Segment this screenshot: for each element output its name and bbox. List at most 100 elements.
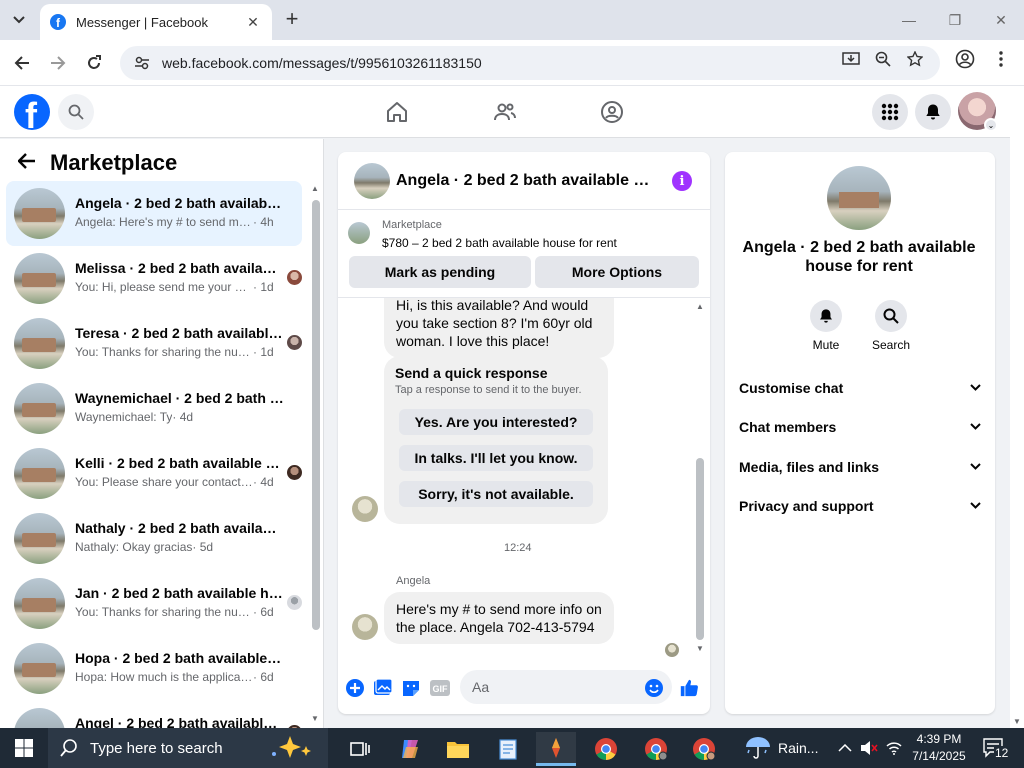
conversation-item-nathaly[interactable]: Nathaly · 2 bed 2 bath available house f… — [6, 506, 302, 571]
conversation-item-angel[interactable]: Angel · 2 bed 2 bath available house for… — [6, 701, 302, 728]
listing-thumbnail — [14, 643, 65, 694]
buyer-avatar[interactable] — [352, 614, 378, 640]
task-view-icon[interactable] — [340, 732, 380, 766]
taskbar-search-box[interactable]: Type here to search — [48, 728, 328, 768]
listing-thumbnail — [14, 318, 65, 369]
scroll-up-icon[interactable]: ▲ — [696, 302, 704, 311]
taskbar-clock[interactable]: 4:39 PM 7/14/2025 — [904, 731, 974, 765]
facebook-search-icon[interactable] — [58, 94, 94, 130]
volume-muted-icon[interactable] — [860, 728, 878, 768]
section-customise-chat[interactable]: Customise chat — [739, 376, 981, 400]
browser-tab-messenger[interactable]: f Messenger | Facebook ✕ — [40, 4, 272, 40]
account-avatar[interactable]: ⌄ — [958, 92, 998, 132]
panel-title: Marketplace — [50, 150, 178, 175]
conversation-item-kelli[interactable]: Kelli · 2 bed 2 bath available house for… — [6, 441, 302, 506]
zoom-icon[interactable] — [872, 48, 894, 70]
windows-taskbar: Type here to search Rain... 4:39 PM 7/14… — [0, 728, 1024, 768]
add-attachment-icon[interactable] — [345, 678, 365, 698]
install-app-icon[interactable] — [840, 48, 862, 70]
tab-close-icon[interactable]: ✕ — [244, 14, 262, 31]
window-close-icon[interactable]: ✕ — [978, 0, 1024, 40]
like-thumb-icon[interactable] — [679, 678, 699, 698]
scroll-down-icon[interactable]: ▼ — [1013, 717, 1021, 726]
wifi-icon[interactable] — [886, 728, 902, 768]
reload-icon[interactable] — [82, 51, 106, 75]
quick-response-not-available-button[interactable]: Sorry, it's not available. — [399, 481, 593, 507]
chrome-profile-icon[interactable] — [636, 732, 676, 766]
tray-chevron-icon[interactable] — [838, 728, 852, 768]
scroll-up-icon[interactable]: ▲ — [311, 184, 319, 193]
scrollbar-thumb[interactable] — [696, 458, 704, 640]
photo-icon[interactable] — [373, 678, 393, 698]
conversation-list-scrollbar[interactable]: ▲ ▼ — [311, 184, 320, 724]
back-arrow-icon[interactable] — [17, 152, 36, 175]
chrome-icon[interactable] — [586, 732, 626, 766]
account-chevron-icon[interactable]: ⌄ — [984, 118, 998, 132]
bookmark-star-icon[interactable] — [904, 48, 926, 70]
page-scrollbar[interactable]: ▼ — [1010, 86, 1024, 728]
conversation-name: Kelli · 2 bed 2 bath available house for… — [75, 455, 285, 471]
copilot-icon[interactable] — [390, 732, 430, 766]
forward-icon[interactable] — [46, 51, 70, 75]
windows-start-icon[interactable] — [0, 728, 48, 768]
notification-center-icon[interactable]: 12 — [982, 736, 1010, 760]
section-media-files-links[interactable]: Media, files and links — [739, 455, 981, 479]
browser-menu-icon[interactable] — [990, 48, 1012, 70]
file-explorer-icon[interactable] — [438, 732, 478, 766]
minimize-icon[interactable]: ― — [886, 0, 932, 40]
chat-title[interactable]: Angela · 2 bed 2 bath available house fo… — [396, 172, 658, 190]
restore-icon[interactable]: ❐ — [932, 0, 978, 40]
weather-widget[interactable]: Rain... — [744, 728, 818, 768]
conversation-item-jan[interactable]: Jan · 2 bed 2 bath available house for r… — [6, 571, 302, 636]
scrollbar-thumb[interactable] — [312, 200, 320, 630]
back-icon[interactable] — [10, 51, 34, 75]
message-input[interactable]: Aa — [460, 670, 672, 704]
profile-icon[interactable] — [954, 48, 976, 70]
url-bar[interactable]: web.facebook.com/messages/t/995610326118… — [120, 46, 940, 80]
facebook-logo-icon[interactable]: f — [14, 94, 50, 130]
conversation-item-melissa[interactable]: Melissa · 2 bed 2 bath available house f… — [6, 246, 302, 311]
site-info-icon[interactable] — [134, 55, 150, 71]
active-app-icon[interactable] — [536, 732, 576, 766]
listing-thumbnail — [14, 253, 65, 304]
new-tab-icon[interactable]: + — [280, 8, 304, 32]
scroll-down-icon[interactable]: ▼ — [696, 644, 704, 653]
info-icon[interactable]: i — [672, 171, 692, 191]
more-options-button[interactable]: More Options — [535, 256, 699, 288]
notepad-icon[interactable] — [488, 732, 528, 766]
quick-response-yes-button[interactable]: Yes. Are you interested? — [399, 409, 593, 435]
thread-scrollbar[interactable]: ▲ ▼ — [696, 302, 704, 653]
emoji-icon[interactable] — [644, 678, 664, 698]
tab-search-chevron-icon[interactable] — [6, 7, 32, 33]
menu-grid-icon[interactable] — [872, 94, 908, 130]
chrome-profile-2-icon[interactable] — [684, 732, 724, 766]
conversation-preview: You: Please share your contact number · … — [75, 475, 274, 489]
quick-response-in-talks-button[interactable]: In talks. I'll let you know. — [399, 445, 593, 471]
conversation-item-teresa[interactable]: Teresa · 2 bed 2 bath available house fo… — [6, 311, 302, 376]
listing-large-thumbnail[interactable] — [827, 166, 891, 230]
listing-title[interactable]: $780 – 2 bed 2 bath available house for … — [382, 236, 617, 250]
mute-button[interactable]: Mute — [796, 300, 856, 352]
buyer-avatar[interactable] — [352, 496, 378, 522]
groups-icon[interactable] — [598, 98, 626, 126]
chat-listing-thumbnail[interactable] — [354, 163, 390, 199]
section-chat-members[interactable]: Chat members — [739, 415, 981, 439]
gif-icon[interactable]: GIF — [430, 678, 450, 698]
conversation-preview: You: Thanks for sharing the number · 1d — [75, 345, 274, 359]
search-button[interactable]: Search — [861, 300, 921, 352]
home-icon[interactable] — [383, 98, 411, 126]
conversation-item-waynemichael[interactable]: Waynemichael · 2 bed 2 bath available ho… — [6, 376, 302, 441]
section-privacy-support[interactable]: Privacy and support — [739, 494, 981, 518]
sticker-icon[interactable] — [401, 678, 421, 698]
notifications-bell-icon[interactable] — [915, 94, 951, 130]
weather-text: Rain... — [778, 740, 819, 756]
friends-icon[interactable] — [491, 98, 519, 126]
scroll-down-icon[interactable]: ▼ — [311, 714, 319, 723]
conversation-item-hopa[interactable]: Hopa · 2 bed 2 bath available house for … — [6, 636, 302, 701]
conversation-item-angela[interactable]: Angela · 2 bed 2 bath available house fo… — [6, 181, 302, 246]
mark-as-pending-button[interactable]: Mark as pending — [349, 256, 531, 288]
conversation-name: Teresa · 2 bed 2 bath available house fo… — [75, 325, 285, 341]
conversation-list: Angela · 2 bed 2 bath available house fo… — [6, 181, 302, 728]
listing-thumbnail — [14, 188, 65, 239]
clock-time: 4:39 PM — [916, 732, 962, 746]
